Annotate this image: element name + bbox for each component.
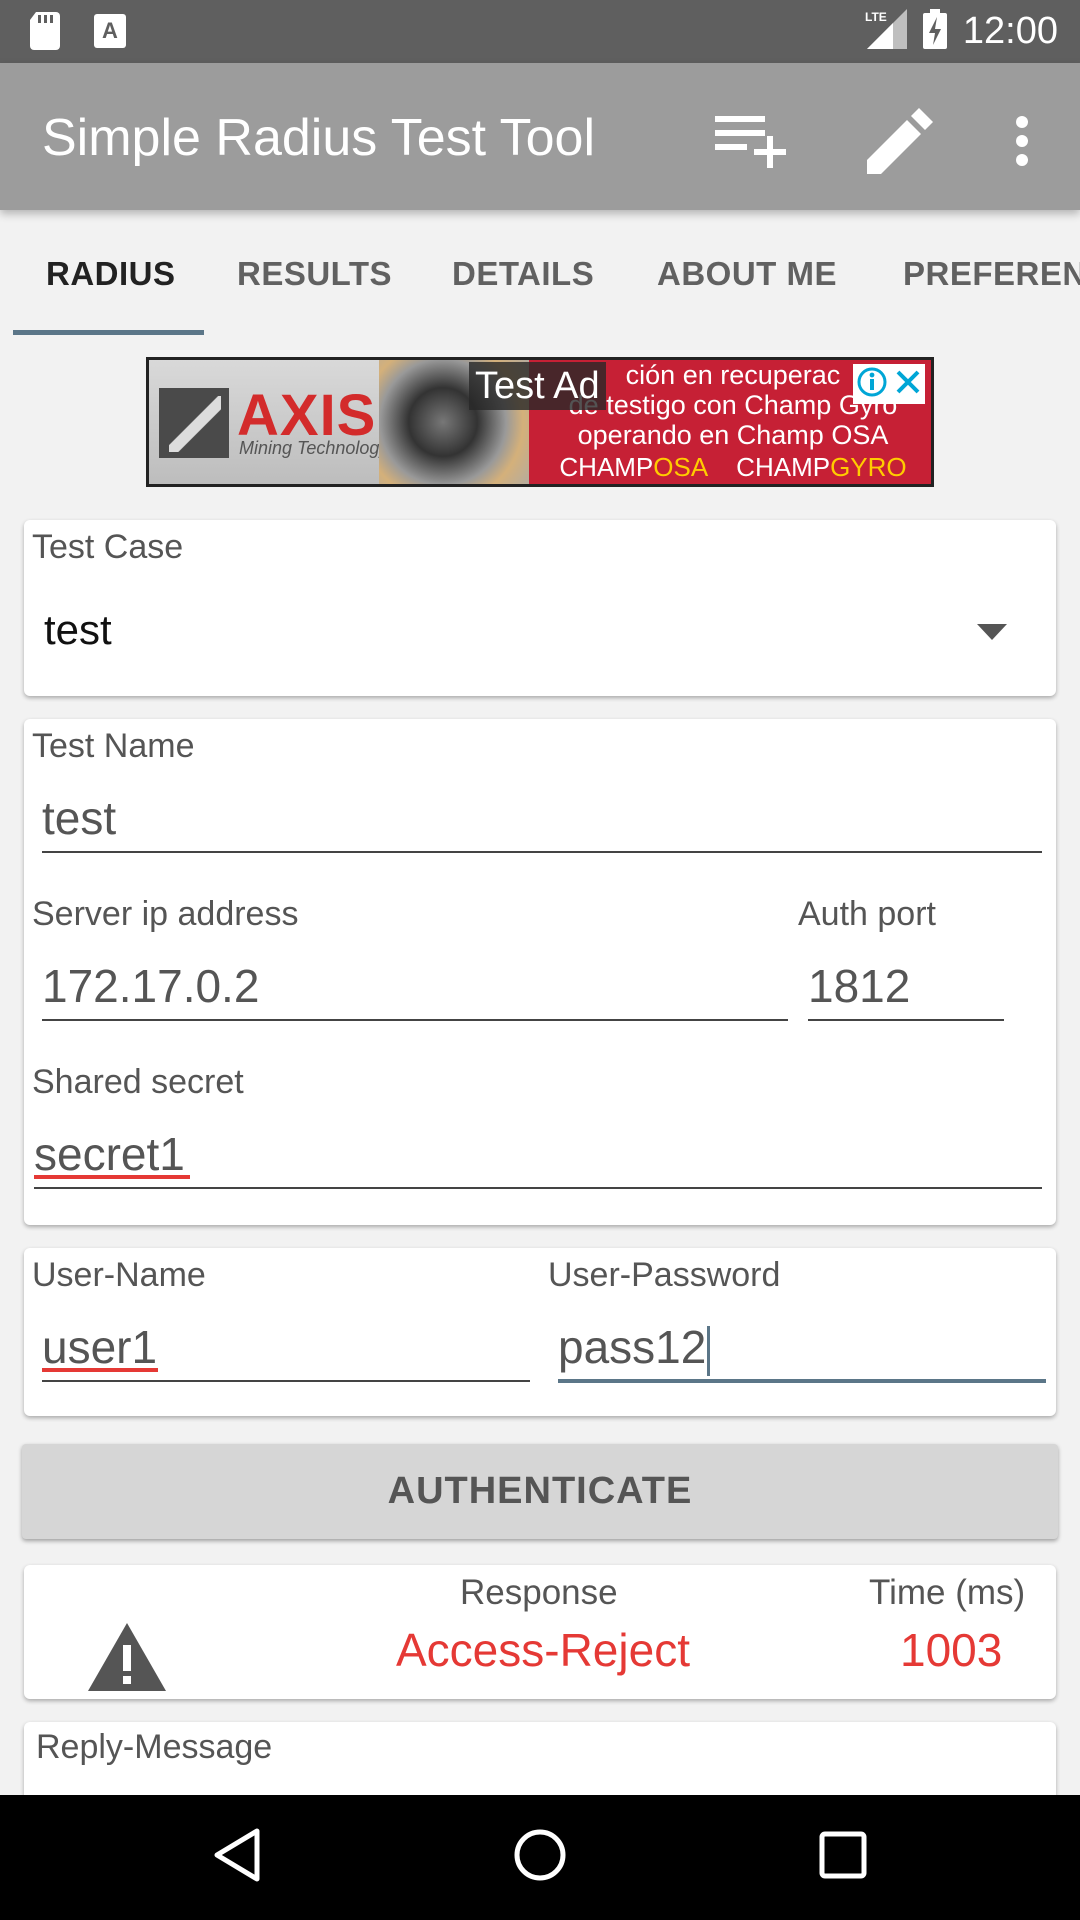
text-cursor [707, 1325, 711, 1376]
signal-icon: LTE [863, 9, 907, 54]
auth-port-label: Auth port [798, 895, 936, 933]
test-case-card: Test Case test [24, 520, 1056, 696]
auth-port-field[interactable]: 1812 [808, 937, 1004, 1021]
dropdown-arrow-icon [977, 624, 1007, 645]
battery-charging-icon [922, 9, 947, 54]
more-vert-icon [1015, 115, 1029, 171]
tab-indicator [13, 330, 204, 335]
response-label: Response [460, 1573, 618, 1612]
status-time: 12:00 [962, 10, 1058, 52]
shared-secret-value: secret1 [34, 1128, 185, 1180]
recents-icon [819, 1831, 867, 1884]
test-case-dropdown[interactable]: test [24, 580, 1056, 680]
server-ip-field[interactable]: 172.17.0.2 [42, 937, 788, 1021]
focused-underline [558, 1379, 1046, 1383]
server-ip-label: Server ip address [32, 895, 299, 933]
svg-text:LTE: LTE [865, 10, 887, 24]
tab-bar: RADIUS RESULTS DETAILS ABOUT ME PREFEREN [0, 210, 1080, 336]
time-label: Time (ms) [869, 1573, 1026, 1612]
time-value: 1003 [900, 1624, 1003, 1676]
svg-text:A: A [102, 18, 118, 43]
tab-results[interactable]: RESULTS [237, 255, 392, 293]
authenticate-button[interactable]: AUTHENTICATE [22, 1444, 1058, 1539]
overflow-menu-button[interactable] [982, 103, 1062, 183]
ad-info-close[interactable] [853, 364, 925, 404]
edit-button[interactable] [860, 103, 940, 183]
warning-icon [88, 1623, 166, 1696]
tab-about-me[interactable]: ABOUT ME [657, 255, 837, 293]
add-to-list-icon [715, 114, 789, 173]
password-label: User-Password [548, 1256, 781, 1294]
ad-logo-icon [159, 388, 229, 458]
username-field[interactable]: user1 [42, 1298, 530, 1382]
back-button[interactable] [196, 1817, 276, 1897]
test-ad-badge: Test Ad [469, 362, 606, 410]
response-value: Access-Reject [396, 1624, 690, 1676]
ad-brand-logos: CHAMPOSA CHAMPGYRO [559, 452, 907, 482]
text-notification-icon: A [94, 14, 126, 53]
tab-radius[interactable]: RADIUS [46, 255, 176, 293]
spellcheck-underline [42, 1368, 158, 1372]
test-name-value: test [42, 792, 117, 844]
ad-close-icon[interactable] [895, 369, 921, 400]
home-icon [513, 1828, 567, 1887]
reply-message-label: Reply-Message [36, 1728, 273, 1766]
sd-card-icon [30, 12, 62, 55]
navigation-bar [0, 1795, 1080, 1920]
test-name-field[interactable]: test [42, 769, 1042, 853]
edit-pencil-icon [867, 107, 933, 179]
status-bar: A LTE 12:00 [0, 0, 1080, 63]
username-value: user1 [42, 1321, 158, 1373]
test-name-label: Test Name [32, 727, 195, 765]
ad-text-line-3: operando en Champ OSA [577, 420, 889, 450]
app-title: Simple Radius Test Tool [42, 109, 596, 167]
ad-info-icon[interactable] [857, 367, 887, 402]
password-field[interactable]: pass12 [558, 1298, 1046, 1383]
credentials-card: User-Name user1 User-Password pass12 [24, 1248, 1056, 1416]
ad-brand-sub: Mining Technology [239, 438, 389, 458]
back-icon [211, 1827, 261, 1888]
app-bar: Simple Radius Test Tool [0, 63, 1080, 210]
connection-settings-card: Test Name test Server ip address 172.17.… [24, 719, 1056, 1225]
shared-secret-label: Shared secret [32, 1063, 244, 1101]
username-label: User-Name [32, 1256, 206, 1294]
password-value: pass12 [558, 1320, 711, 1376]
recents-button[interactable] [803, 1817, 883, 1897]
test-case-label: Test Case [32, 528, 184, 566]
server-ip-value: 172.17.0.2 [42, 960, 260, 1012]
ad-banner[interactable]: AXIS Mining Technology ción en recuperac… [146, 357, 934, 487]
shared-secret-field[interactable]: secret1 [34, 1105, 1042, 1189]
tab-preferences[interactable]: PREFEREN [903, 255, 1080, 293]
spellcheck-underline [34, 1175, 190, 1179]
result-card: Response Access-Reject Time (ms) 1003 [24, 1565, 1056, 1699]
tab-details[interactable]: DETAILS [452, 255, 594, 293]
test-case-selected: test [44, 606, 112, 653]
add-to-list-button[interactable] [712, 103, 792, 183]
auth-port-value: 1812 [808, 960, 911, 1012]
home-button[interactable] [500, 1817, 580, 1897]
